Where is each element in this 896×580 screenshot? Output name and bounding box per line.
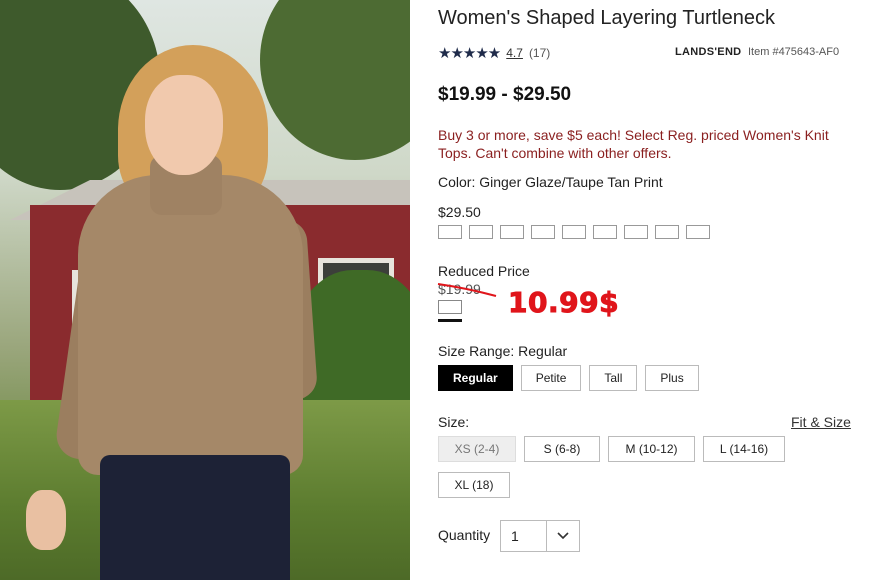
size-xl-button[interactable]: XL (18)	[438, 472, 510, 498]
color-swatch[interactable]	[593, 225, 617, 239]
model-hand	[26, 490, 66, 550]
selected-color: Color: Ginger Glaze/Taupe Tan Print	[438, 174, 663, 190]
size-options-row-1: XS (2-4) S (6-8) M (10-12) L (14-16)	[438, 436, 785, 462]
rating-value[interactable]: 4.7	[506, 46, 523, 60]
color-swatch[interactable]	[655, 225, 679, 239]
fit-and-size-link[interactable]: Fit & Size	[791, 414, 851, 430]
size-m-button[interactable]: M (10-12)	[608, 436, 695, 462]
promo-message: Buy 3 or more, save $5 each! Select Reg.…	[438, 127, 829, 161]
color-swatch[interactable]	[500, 225, 524, 239]
item-number: Item #475643-AF0	[748, 46, 840, 58]
regular-price: $29.50	[438, 204, 481, 220]
quantity-label: Quantity	[438, 527, 491, 543]
quantity-select[interactable]: 1	[500, 520, 580, 552]
color-swatch-group	[438, 225, 710, 239]
size-label: Size:	[438, 414, 470, 430]
tree-foliage-right	[260, 0, 410, 160]
color-swatch[interactable]	[469, 225, 493, 239]
color-swatch[interactable]	[562, 225, 586, 239]
color-swatch[interactable]	[686, 225, 710, 239]
model-turtleneck	[78, 175, 303, 475]
product-title: Women's Shaped Layering Turtleneck	[438, 7, 775, 29]
selected-swatch-indicator	[438, 319, 462, 322]
rating-row[interactable]: ★★★★★ 4.7 (17)	[438, 44, 550, 62]
handwritten-new-price: 10.99$	[507, 286, 620, 320]
size-range-label: Size Range: Regular	[438, 343, 568, 359]
swatch[interactable]	[438, 300, 462, 314]
size-range-regular-button[interactable]: Regular	[438, 365, 513, 391]
star-rating-icon: ★★★★★	[438, 45, 501, 62]
size-range-plus-button[interactable]: Plus	[645, 365, 699, 391]
product-photo[interactable]	[0, 0, 410, 580]
price-range: $19.99 - $29.50	[438, 84, 572, 105]
model-face	[145, 75, 223, 175]
color-swatch[interactable]	[531, 225, 555, 239]
color-swatch[interactable]	[624, 225, 648, 239]
quantity-value[interactable]: 1	[501, 521, 547, 551]
strikethrough-annotation	[437, 283, 497, 297]
size-s-button[interactable]: S (6-8)	[524, 436, 600, 462]
reduced-price-label: Reduced Price	[438, 263, 530, 279]
size-range-options: Regular Petite Tall Plus	[438, 365, 699, 391]
size-options-row-2: XL (18)	[438, 472, 510, 498]
chevron-down-icon[interactable]	[547, 521, 579, 551]
size-xs-button[interactable]: XS (2-4)	[438, 436, 516, 462]
rating-count: (17)	[528, 46, 551, 60]
size-l-button[interactable]: L (14-16)	[703, 436, 785, 462]
size-range-tall-button[interactable]: Tall	[589, 365, 638, 391]
size-range-petite-button[interactable]: Petite	[520, 365, 582, 391]
brand-logo: LANDS'END	[675, 46, 742, 58]
reduced-color-swatch[interactable]	[438, 300, 462, 322]
model-jeans	[100, 455, 290, 580]
color-swatch[interactable]	[438, 225, 462, 239]
